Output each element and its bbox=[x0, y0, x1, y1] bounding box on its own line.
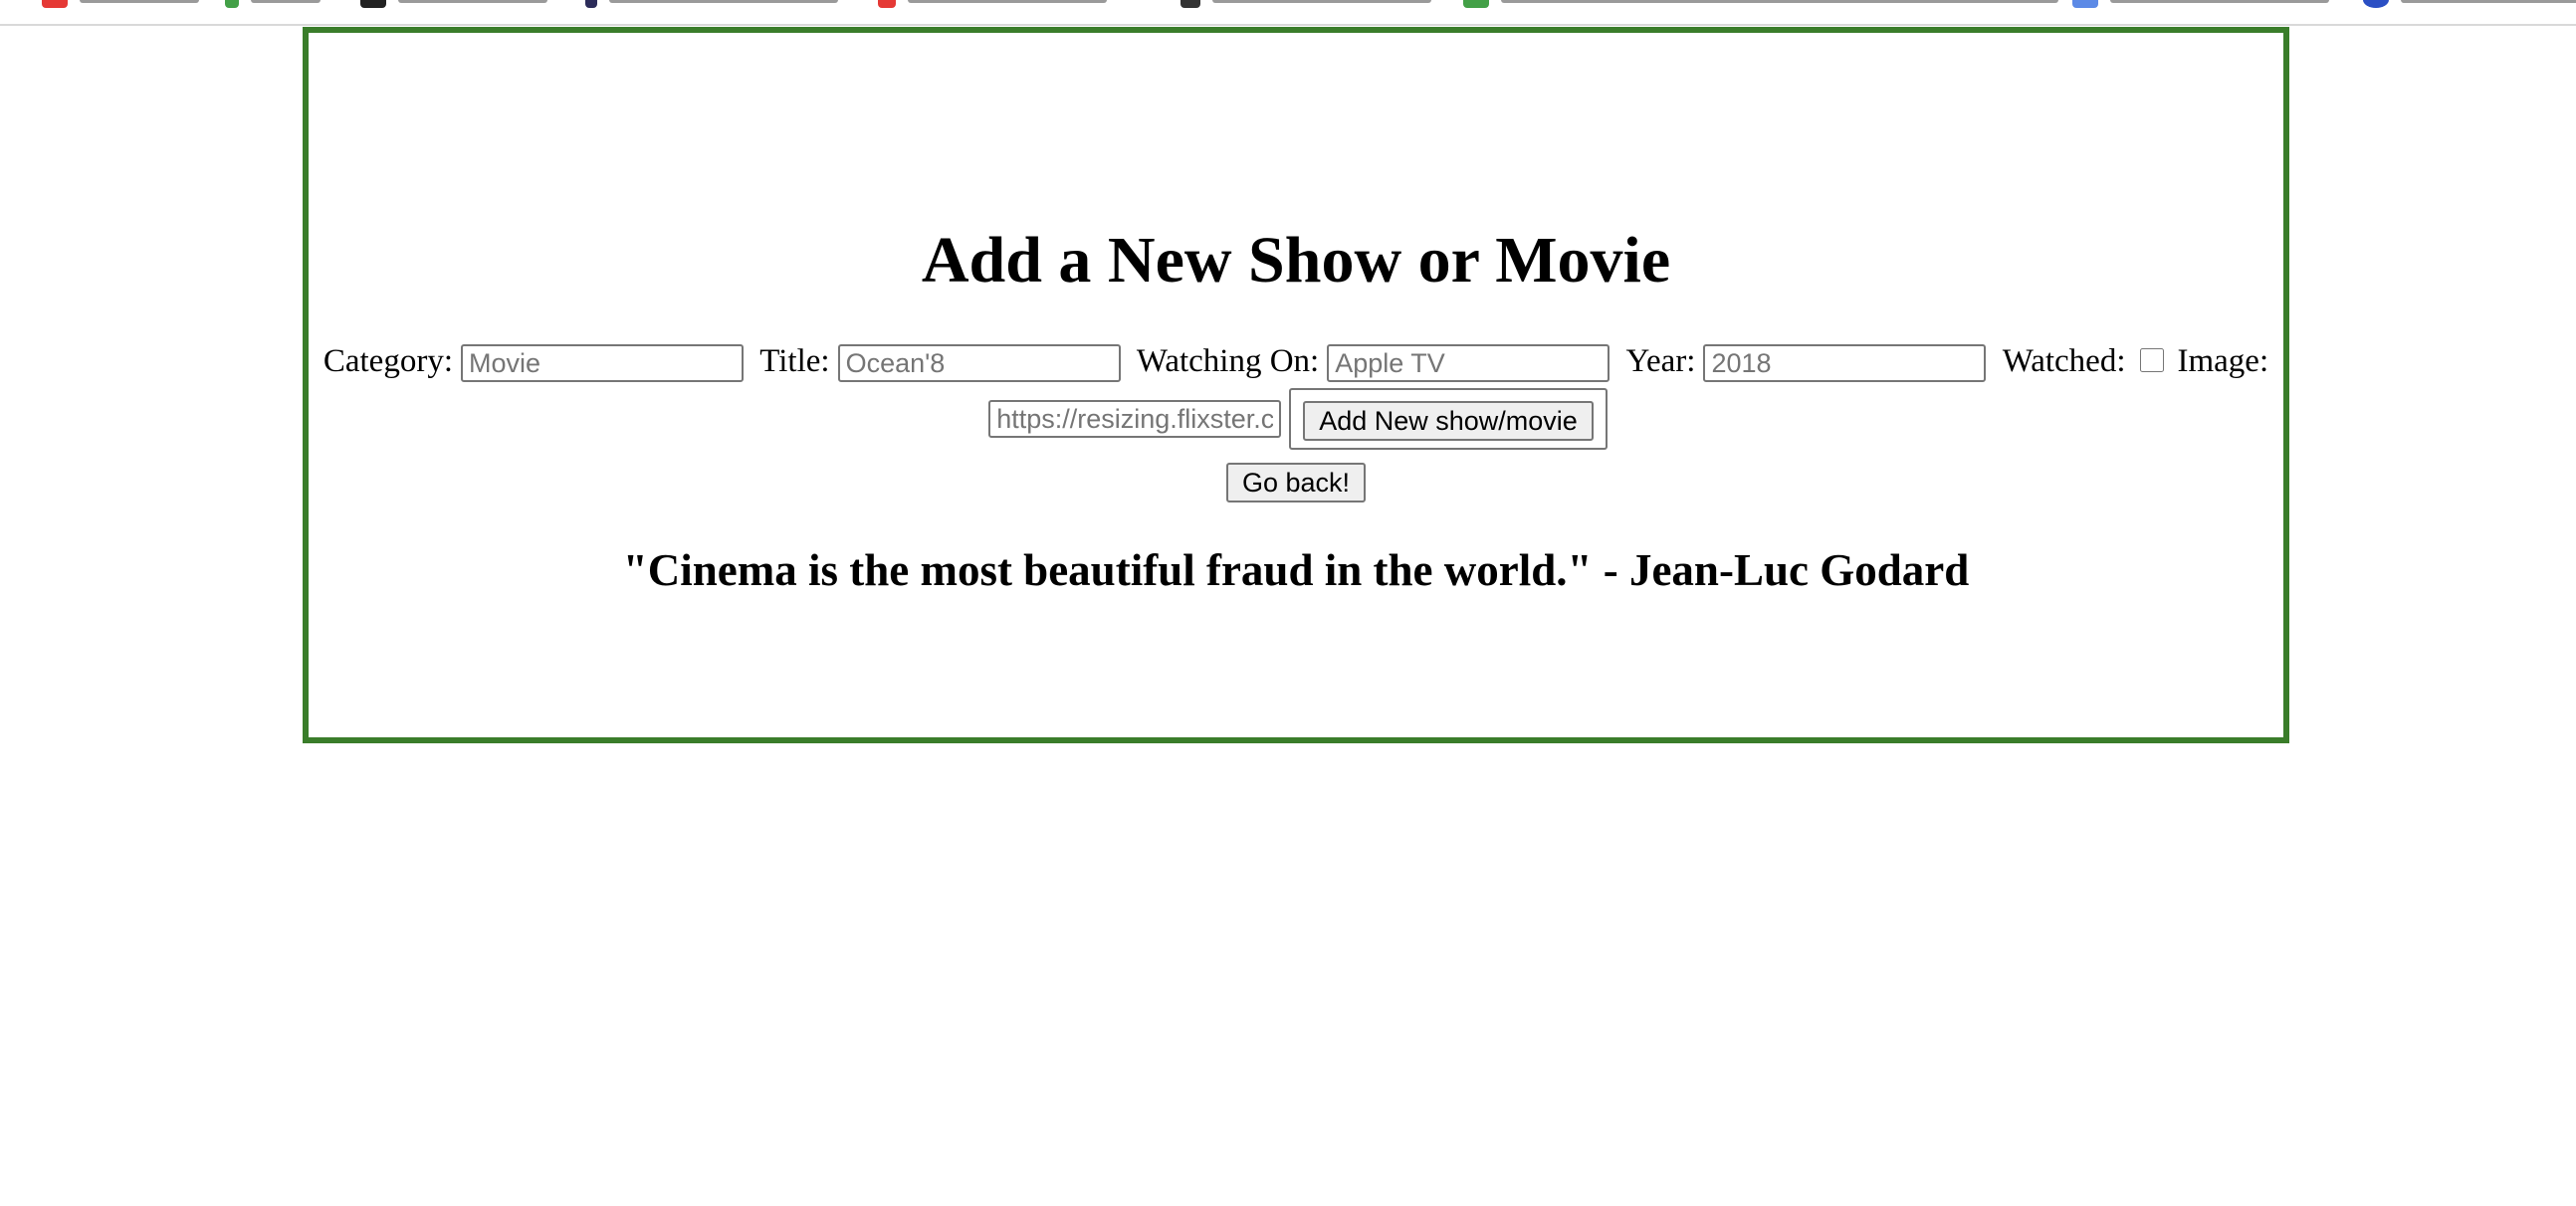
bookmark-item[interactable] bbox=[42, 0, 199, 8]
year-input[interactable] bbox=[1703, 344, 1987, 383]
back-row: Go back! bbox=[309, 463, 2283, 502]
bookmark-item[interactable] bbox=[585, 0, 838, 8]
submit-button-frame: Add New show/movie bbox=[1289, 388, 1608, 450]
bookmark-icon bbox=[2072, 0, 2098, 8]
bookmark-item[interactable] bbox=[360, 0, 547, 8]
form-container: Add a New Show or Movie Category: Title:… bbox=[303, 27, 2289, 743]
bookmark-item[interactable] bbox=[2363, 0, 2576, 8]
bookmark-item[interactable] bbox=[878, 0, 1107, 8]
bookmark-icon bbox=[42, 0, 68, 8]
image-label: Image: bbox=[2177, 343, 2269, 379]
bookmark-icon bbox=[1181, 0, 1200, 8]
bookmarks-bar bbox=[0, 0, 2576, 26]
bookmark-item[interactable] bbox=[2072, 0, 2329, 8]
add-show-form: Category: Title: Watching On: Year: Watc… bbox=[309, 336, 2283, 450]
bookmark-icon bbox=[878, 0, 896, 8]
image-url-input[interactable] bbox=[988, 400, 1282, 438]
category-input[interactable] bbox=[461, 344, 744, 383]
bookmark-icon bbox=[360, 0, 386, 8]
watching-on-input[interactable] bbox=[1327, 344, 1610, 383]
add-show-button[interactable]: Add New show/movie bbox=[1303, 401, 1594, 442]
watching-on-label: Watching On: bbox=[1136, 343, 1320, 379]
bookmark-item[interactable] bbox=[1181, 0, 1431, 8]
bookmark-icon bbox=[225, 0, 239, 8]
watched-label: Watched: bbox=[2002, 343, 2126, 379]
title-input[interactable] bbox=[837, 344, 1121, 383]
go-back-button[interactable]: Go back! bbox=[1225, 463, 1367, 502]
bookmark-item[interactable] bbox=[225, 0, 321, 8]
bookmark-icon bbox=[1463, 0, 1489, 8]
year-label: Year: bbox=[1625, 343, 1696, 379]
bookmark-icon bbox=[585, 0, 597, 8]
watched-checkbox[interactable] bbox=[2139, 348, 2164, 373]
category-label: Category: bbox=[322, 343, 453, 379]
bookmark-item[interactable] bbox=[1463, 0, 2058, 8]
page-title: Add a New Show or Movie bbox=[921, 224, 1671, 297]
bookmark-icon bbox=[2363, 0, 2389, 8]
title-label: Title: bbox=[759, 343, 830, 379]
quote-text: "Cinema is the most beautiful fraud in t… bbox=[622, 545, 1970, 595]
form-second-line: Add New show/movie bbox=[309, 388, 2283, 450]
